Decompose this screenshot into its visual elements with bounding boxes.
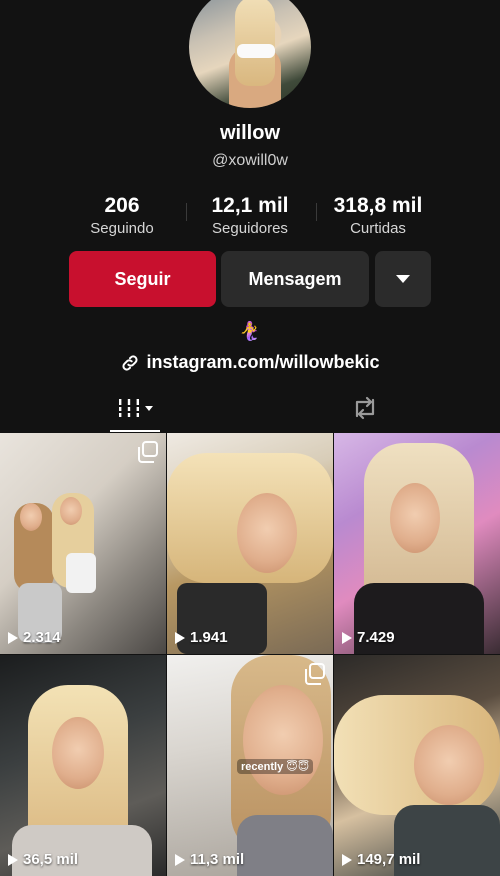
profile-avatar[interactable]: [189, 0, 311, 108]
video-tile[interactable]: 2.314: [0, 433, 166, 654]
stat-divider: [186, 203, 187, 221]
tab-dropdown-icon: [145, 405, 153, 411]
video-view-count: 11,3 mil: [190, 851, 245, 868]
content-tabs: [0, 386, 500, 432]
stat-divider: [316, 203, 317, 221]
play-icon: [342, 631, 352, 644]
stat-followers-value: 12,1 mil: [211, 194, 289, 217]
more-options-button[interactable]: [375, 251, 431, 307]
video-tile[interactable]: 1.941: [167, 433, 333, 654]
video-views: 1.941: [175, 629, 228, 646]
video-views: 11,3 mil: [175, 851, 244, 868]
video-tile[interactable]: recently 😇😇 11,3 mil: [167, 655, 333, 876]
stat-likes[interactable]: 318,8 mil Curtidas: [308, 194, 448, 237]
chevron-down-icon: [396, 275, 410, 283]
play-icon: [342, 853, 352, 866]
stat-following-label: Seguindo: [90, 220, 154, 237]
photo-carousel-icon: [138, 441, 158, 463]
play-icon: [8, 853, 18, 866]
tab-videos[interactable]: [110, 386, 160, 430]
video-tile[interactable]: 7.429: [334, 433, 500, 654]
photo-carousel-icon: [305, 663, 325, 685]
video-view-count: 7.429: [357, 629, 395, 646]
avatar-clothing: [237, 44, 275, 58]
repost-icon: [355, 396, 375, 420]
stat-followers[interactable]: 12,1 mil Seguidores: [180, 194, 320, 237]
profile-name: willow: [220, 122, 280, 144]
video-view-count: 1.941: [190, 629, 228, 646]
play-icon: [8, 631, 18, 644]
play-icon: [175, 631, 185, 644]
bio-link-text: instagram.com/willowbekic: [146, 352, 380, 372]
play-icon: [175, 853, 185, 866]
bio-link[interactable]: instagram.com/willowbekic: [0, 352, 500, 373]
bio-emoji: 🧜‍♀️: [238, 321, 262, 341]
stat-likes-value: 318,8 mil: [333, 194, 423, 217]
grid-icon: [117, 399, 141, 417]
profile-stats: 206 Seguindo 12,1 mil Seguidores 318,8 m…: [0, 194, 500, 244]
stat-likes-label: Curtidas: [350, 220, 406, 237]
active-tab-indicator: [110, 430, 160, 432]
video-view-count: 2.314: [23, 629, 61, 646]
stat-following-value: 206: [104, 194, 140, 217]
video-view-count: 149,7 mil: [357, 851, 421, 868]
video-view-count: 36,5 mil: [23, 851, 79, 868]
avatar-hair: [235, 0, 275, 86]
stat-following[interactable]: 206 Seguindo: [52, 194, 192, 237]
video-tile[interactable]: 149,7 mil: [334, 655, 500, 876]
video-views: 2.314: [8, 629, 61, 646]
video-views: 7.429: [342, 629, 395, 646]
profile-handle: @xowill0w: [212, 152, 288, 169]
link-icon: [122, 354, 138, 371]
video-sticker: recently 😇😇: [237, 759, 314, 774]
video-views: 149,7 mil: [342, 851, 420, 868]
message-button[interactable]: Mensagem: [221, 251, 369, 307]
follow-button[interactable]: Seguir: [69, 251, 216, 307]
stat-followers-label: Seguidores: [212, 220, 288, 237]
tab-reposts[interactable]: [340, 386, 390, 430]
video-views: 36,5 mil: [8, 851, 78, 868]
video-tile[interactable]: 36,5 mil: [0, 655, 166, 876]
